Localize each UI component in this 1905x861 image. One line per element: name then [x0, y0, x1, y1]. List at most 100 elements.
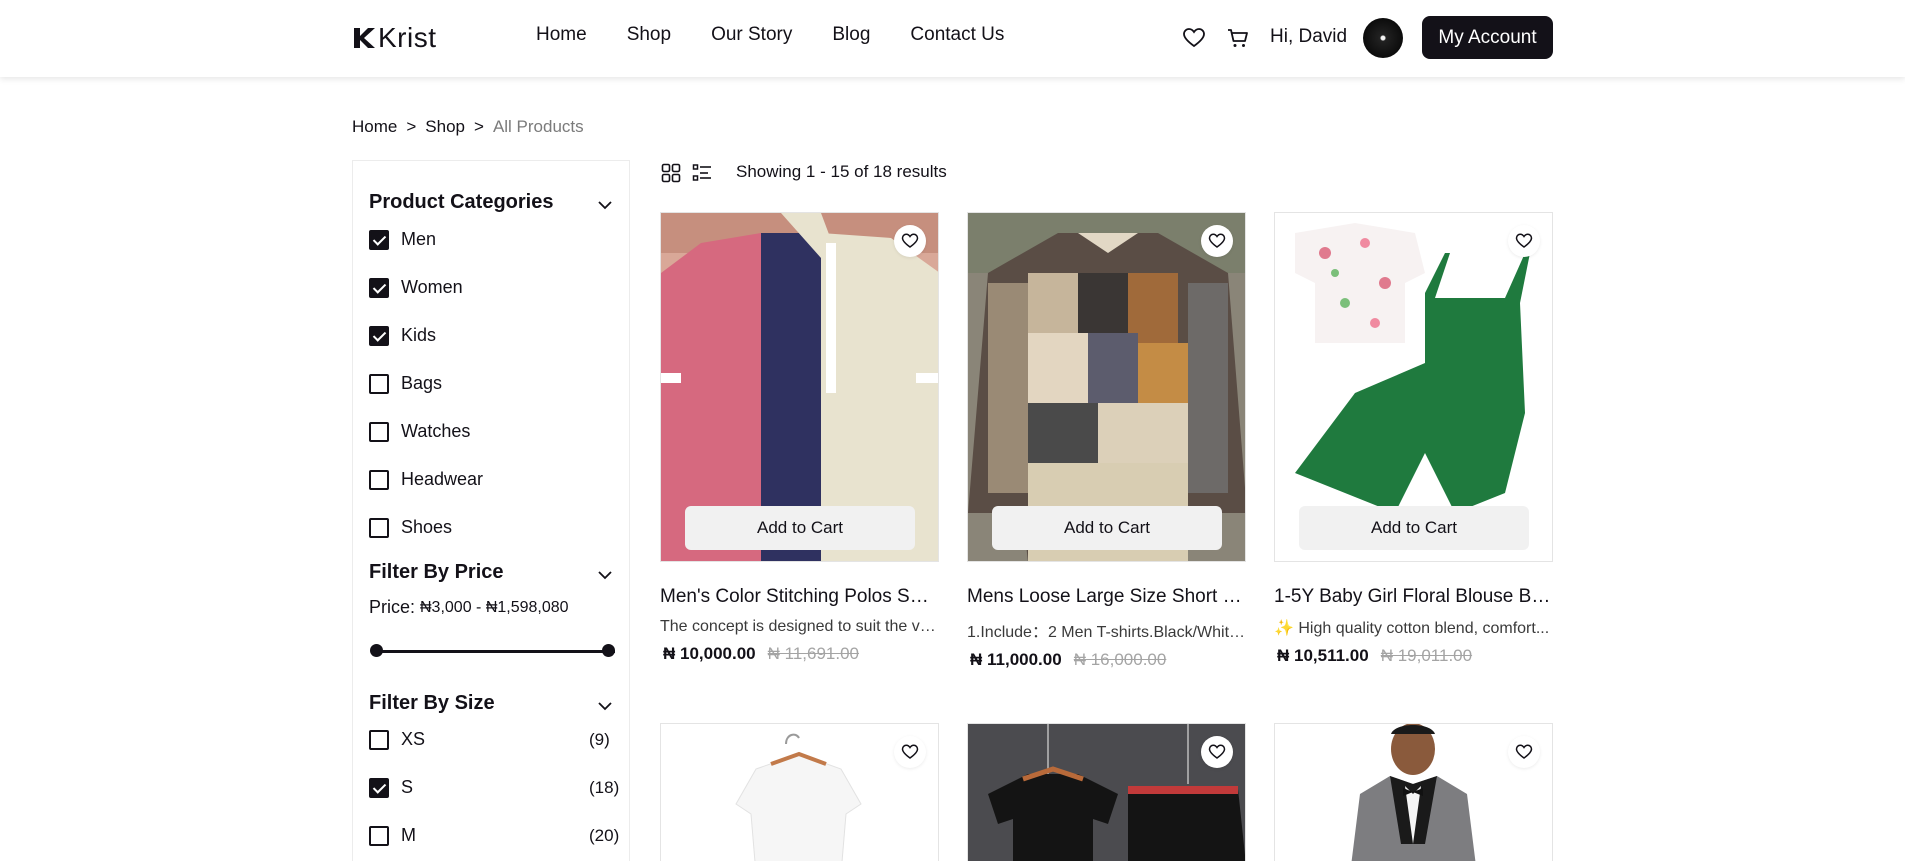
category-label: Men	[401, 229, 437, 249]
checkbox[interactable]	[369, 421, 389, 442]
checkbox[interactable]	[369, 469, 389, 490]
category-shoes[interactable]: Shoes	[369, 517, 452, 538]
size-filter-title: Filter By Size	[369, 692, 495, 714]
price-label: Price:	[369, 597, 416, 617]
product-image[interactable]: Add to Cart	[660, 212, 939, 562]
logo-k-icon	[354, 28, 375, 48]
wishlist-button[interactable]	[1201, 225, 1233, 257]
product-image[interactable]	[1274, 723, 1553, 861]
checkbox[interactable]	[369, 277, 389, 298]
product-card[interactable]: Add to Cart 1-5Y Baby Girl Floral Blouse…	[1274, 212, 1553, 666]
product-image[interactable]	[660, 723, 939, 861]
product-card[interactable]	[660, 723, 939, 861]
price-slider-max-handle[interactable]	[602, 644, 615, 657]
add-to-cart-button[interactable]: Add to Cart	[992, 506, 1222, 550]
checkbox[interactable]	[369, 777, 389, 798]
heart-icon[interactable]	[1182, 26, 1206, 50]
heart-icon	[1208, 744, 1226, 759]
product-card[interactable]: Add to Cart Men's Color Stitching Polos …	[660, 212, 939, 664]
wishlist-button[interactable]	[894, 225, 926, 257]
category-headwear[interactable]: Headwear	[369, 469, 483, 490]
sale-price: ₦ 11,000.00	[970, 650, 1062, 669]
original-price: ₦ 11,691.00	[767, 644, 860, 663]
chevron-down-icon[interactable]	[597, 197, 613, 213]
checkbox[interactable]	[369, 373, 389, 394]
logo-text: Krist	[378, 22, 437, 53]
add-to-cart-button[interactable]: Add to Cart	[1299, 506, 1529, 550]
size-m[interactable]: M	[369, 825, 416, 846]
category-women[interactable]: Women	[369, 277, 463, 298]
checkbox[interactable]	[369, 517, 389, 538]
heart-icon	[901, 233, 919, 248]
product-card[interactable]	[1274, 723, 1553, 861]
category-bags[interactable]: Bags	[369, 373, 442, 394]
my-account-button[interactable]: My Account	[1422, 16, 1553, 59]
wishlist-button[interactable]	[1508, 225, 1540, 257]
logo[interactable]: Krist	[352, 22, 437, 54]
size-label: XS	[401, 729, 426, 749]
product-title[interactable]: Mens Loose Large Size Short Sle...	[967, 586, 1246, 608]
nav-blog[interactable]: Blog	[832, 24, 870, 46]
category-watches[interactable]: Watches	[369, 421, 470, 442]
sale-price: ₦ 10,000.00	[663, 644, 756, 663]
checkbox[interactable]	[369, 729, 389, 750]
heart-icon	[1515, 744, 1533, 759]
size-count: (20)	[589, 826, 620, 845]
product-description: ✨ High quality cotton blend, comfort...	[1274, 620, 1550, 637]
price-filter-title: Filter By Price	[369, 561, 504, 583]
heart-icon	[901, 744, 919, 759]
price-slider-min-handle[interactable]	[370, 644, 383, 657]
checkbox[interactable]	[369, 825, 389, 846]
site-header: Krist Home Shop Our Story Blog Contact U…	[0, 0, 1905, 77]
result-count: Showing 1 - 15 of 18 results	[736, 162, 947, 181]
product-image[interactable]: Add to Cart	[967, 212, 1246, 562]
product-title[interactable]: Men's Color Stitching Polos Shirt...	[660, 586, 939, 608]
chevron-down-icon[interactable]	[597, 567, 613, 583]
breadcrumb-current: All Products	[492, 117, 584, 136]
original-price: ₦ 19,011.00	[1380, 646, 1473, 665]
size-label: S	[401, 777, 414, 797]
grid-view-icon[interactable]	[661, 163, 681, 183]
categories-title: Product Categories	[369, 191, 554, 213]
chevron-down-icon[interactable]	[597, 698, 613, 714]
user-greeting: Hi, David	[1270, 26, 1348, 47]
category-label: Shoes	[401, 517, 453, 537]
nav-shop[interactable]: Shop	[627, 24, 671, 46]
main-nav: Home Shop Our Story Blog Contact Us	[536, 24, 1004, 46]
product-price: ₦ 10,000.00 ₦ 11,691.00	[660, 644, 939, 664]
category-label: Bags	[401, 373, 443, 393]
breadcrumb-shop[interactable]: Shop	[425, 117, 465, 137]
breadcrumb-separator: >	[474, 117, 484, 136]
cart-icon[interactable]	[1226, 26, 1250, 50]
price-slider-track[interactable]	[375, 650, 615, 653]
product-image[interactable]	[967, 723, 1246, 861]
breadcrumb: Home > Shop > All Products	[352, 117, 584, 137]
category-label: Kids	[401, 325, 437, 345]
size-s[interactable]: S	[369, 777, 413, 798]
size-label: M	[401, 825, 416, 845]
size-xs[interactable]: XS	[369, 729, 425, 750]
list-view-icon[interactable]	[692, 163, 712, 183]
wishlist-button[interactable]	[1201, 736, 1233, 768]
original-price: ₦ 16,000.00	[1073, 650, 1167, 669]
nav-home[interactable]: Home	[536, 24, 587, 46]
wishlist-button[interactable]	[1508, 736, 1540, 768]
product-card[interactable]: Add to Cart Mens Loose Large Size Short …	[967, 212, 1246, 670]
add-to-cart-button[interactable]: Add to Cart	[685, 506, 915, 550]
product-title[interactable]: 1-5Y Baby Girl Floral Blouse Bib ...	[1274, 586, 1553, 608]
nav-contact-us[interactable]: Contact Us	[910, 24, 1004, 46]
nav-our-story[interactable]: Our Story	[711, 24, 792, 46]
heart-icon	[1515, 233, 1533, 248]
breadcrumb-home[interactable]: Home	[352, 117, 397, 137]
sale-price: ₦ 10,511.00	[1277, 646, 1369, 665]
product-description: 1.Include：2 Men T-shirts.Black/White...	[967, 624, 1246, 641]
breadcrumb-separator: >	[406, 117, 417, 136]
product-image[interactable]: Add to Cart	[1274, 212, 1553, 562]
category-kids[interactable]: Kids	[369, 325, 436, 346]
avatar[interactable]	[1363, 18, 1403, 58]
wishlist-button[interactable]	[894, 736, 926, 768]
category-men[interactable]: Men	[369, 229, 436, 250]
checkbox[interactable]	[369, 325, 389, 346]
product-card[interactable]	[967, 723, 1246, 861]
checkbox[interactable]	[369, 229, 389, 250]
